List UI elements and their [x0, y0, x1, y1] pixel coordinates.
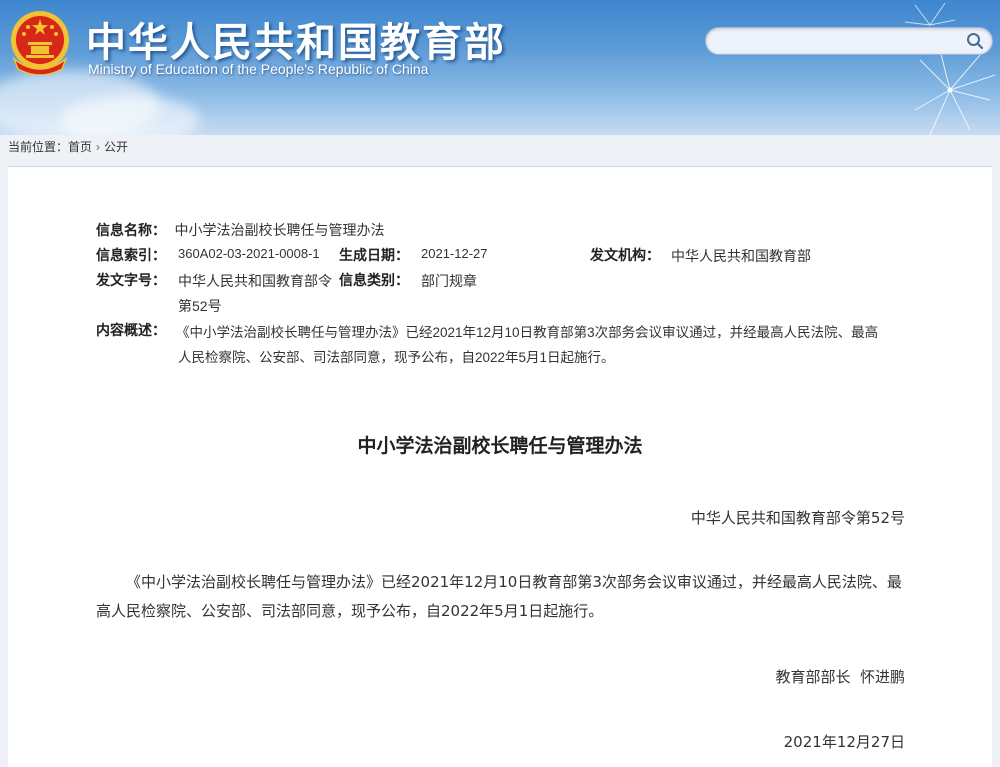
breadcrumb: 当前位置：首页 › 公开: [8, 138, 128, 155]
meta-docno-value-line2: 第52号: [178, 298, 222, 314]
meta-summary-line2: 人民检察院、公安部、司法部同意，现予公布，自2022年5月1日起施行。: [178, 350, 615, 365]
meta-category-value: 部门规章: [421, 273, 477, 289]
breadcrumb-separator: ›: [96, 140, 101, 154]
meta-date-value: 2021-12-27: [421, 246, 488, 261]
national-emblem-icon[interactable]: [8, 9, 72, 75]
meta-name-label: 信息名称：: [96, 223, 166, 239]
site-title[interactable]: 中华人民共和国教育部: [86, 10, 506, 68]
breadcrumb-current-link[interactable]: 公开: [104, 140, 128, 154]
meta-issuer-label: 发文机构：: [590, 248, 660, 264]
search-icon[interactable]: [966, 32, 984, 50]
meta-name-row: 信息名称： 中小学法治副校长聘任与管理办法: [96, 220, 384, 240]
meta-index-value: 360A02-03-2021-0008-1: [178, 246, 320, 261]
search-input[interactable]: [718, 31, 962, 53]
site-subtitle: Ministry of Education of the People's Re…: [88, 61, 429, 77]
document-order-number: 中华人民共和国教育部令第52号: [690, 509, 905, 527]
meta-summary-line1: 《中小学法治副校长聘任与管理办法》已经2021年12月10日教育部第3次部务会议…: [176, 325, 879, 340]
meta-docno-value-line1: 中华人民共和国教育部令: [178, 273, 332, 289]
breadcrumb-home-link[interactable]: 首页: [68, 140, 92, 154]
site-header: 中华人民共和国教育部 Ministry of Education of the …: [0, 0, 1000, 135]
meta-index-label: 信息索引：: [96, 248, 166, 264]
document-date: 2021年12月27日: [783, 733, 905, 751]
cloud-decoration: [60, 95, 200, 135]
document-paragraph: 《中小学法治副校长聘任与管理办法》已经2021年12月10日教育部第3次部务会议…: [96, 573, 902, 620]
document-signer: 教育部部长 怀进鹏: [775, 668, 905, 686]
meta-issuer-value: 中华人民共和国教育部: [671, 248, 811, 264]
search-box: [705, 27, 993, 55]
document-title: 中小学法治副校长聘任与管理办法: [357, 435, 643, 457]
meta-docno-label: 发文字号：: [96, 273, 166, 289]
meta-summary-label: 内容概述：: [96, 323, 166, 339]
meta-name-value: 中小学法治副校长聘任与管理办法: [174, 222, 385, 238]
meta-category-label: 信息类别：: [339, 273, 409, 289]
meta-date-label: 生成日期：: [339, 248, 409, 264]
breadcrumb-label: 当前位置：: [8, 140, 69, 154]
